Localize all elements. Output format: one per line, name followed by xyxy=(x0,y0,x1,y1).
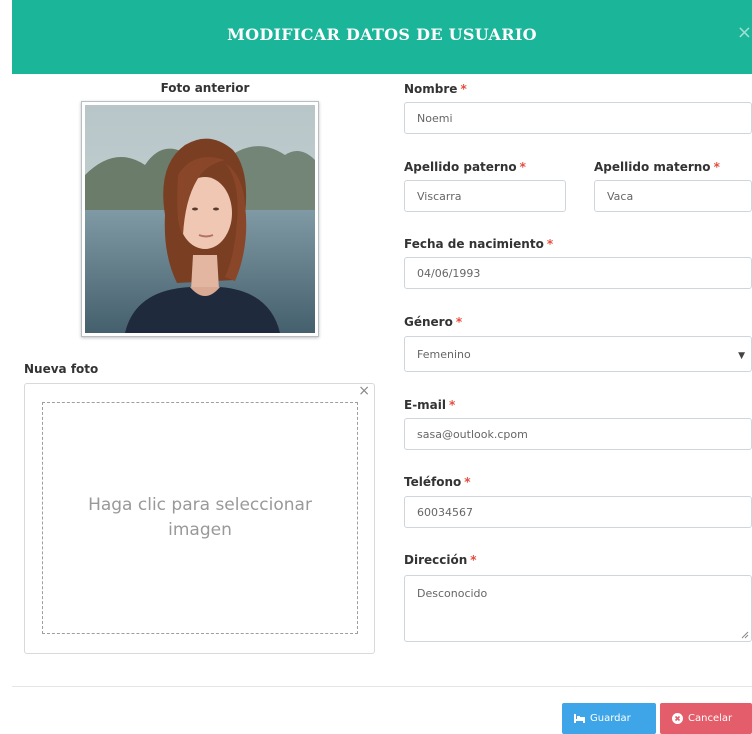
modal-header: MODIFICAR DATOS DE USUARIO × xyxy=(12,0,752,74)
new-photo-label: Nueva foto xyxy=(24,362,99,376)
apellido-materno-input[interactable]: Vaca xyxy=(594,180,752,212)
dropzone-text: Haga clic para seleccionar imagen xyxy=(88,495,312,540)
caret-down-icon: ▼ xyxy=(738,351,745,361)
dropzone-area[interactable]: Haga clic para seleccionar imagen xyxy=(42,402,358,634)
email-label: E-mail * xyxy=(404,398,456,412)
fecha-nacimiento-input[interactable]: 04/06/1993 xyxy=(404,257,752,289)
genero-label: Género * xyxy=(404,315,463,329)
portrait-image xyxy=(85,105,315,333)
modal-title: MODIFICAR DATOS DE USUARIO xyxy=(227,25,537,44)
apellido-paterno-label: Apellido paterno * xyxy=(404,160,526,174)
required-mark: * xyxy=(449,398,456,412)
direccion-label: Dirección * xyxy=(404,553,477,567)
circle-x-icon xyxy=(672,713,683,724)
modal-close-icon[interactable]: × xyxy=(737,22,752,43)
required-mark: * xyxy=(470,553,477,567)
old-photo-label: Foto anterior xyxy=(160,81,250,95)
resize-handle-icon[interactable] xyxy=(741,631,749,639)
required-mark: * xyxy=(519,160,526,174)
fecha-nacimiento-label: Fecha de nacimiento * xyxy=(404,237,554,251)
genero-selected-value: Femenino xyxy=(417,347,471,361)
nombre-label: Nombre * xyxy=(404,82,467,96)
apellido-materno-label: Apellido materno * xyxy=(594,160,720,174)
genero-select[interactable]: Femenino ▼ xyxy=(404,336,752,372)
required-mark: * xyxy=(713,160,720,174)
dropzone-close-icon[interactable]: × xyxy=(358,384,370,398)
bed-icon xyxy=(574,714,585,723)
email-input[interactable]: sasa@outlook.cpom xyxy=(404,418,752,450)
required-mark: * xyxy=(464,475,471,489)
cancel-button[interactable]: Cancelar xyxy=(660,703,752,734)
required-mark: * xyxy=(455,315,463,329)
photo-dropzone[interactable]: × Haga clic para seleccionar imagen xyxy=(24,383,375,654)
save-button[interactable]: Guardar xyxy=(562,703,656,734)
telefono-label: Teléfono * xyxy=(404,475,471,489)
required-mark: * xyxy=(546,237,554,251)
apellido-paterno-input[interactable]: Viscarra xyxy=(404,180,566,212)
save-button-label: Guardar xyxy=(590,713,631,724)
direccion-textarea[interactable]: Desconocido xyxy=(404,575,752,642)
direccion-value: Desconocido xyxy=(417,587,488,600)
old-photo xyxy=(81,101,319,337)
footer-divider xyxy=(12,686,752,687)
required-mark: * xyxy=(460,82,467,96)
telefono-input[interactable]: 60034567 xyxy=(404,496,752,528)
cancel-button-label: Cancelar xyxy=(688,713,733,724)
nombre-input[interactable]: Noemi xyxy=(404,102,752,134)
